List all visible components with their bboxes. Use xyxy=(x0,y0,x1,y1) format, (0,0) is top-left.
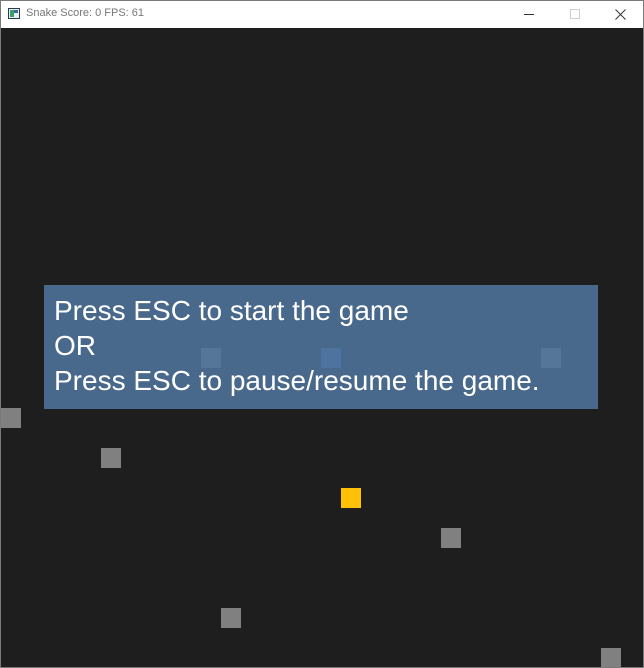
obstacle-block xyxy=(601,648,621,667)
obstacle-block xyxy=(1,408,21,428)
close-button[interactable] xyxy=(598,1,644,28)
overlay-line-pause: Press ESC to pause/resume the game. xyxy=(54,365,540,396)
game-canvas[interactable]: Press ESC to start the game OR Press ESC… xyxy=(1,28,643,667)
minimize-button[interactable] xyxy=(506,1,552,28)
obstacle-block xyxy=(441,528,461,548)
obstacle-block xyxy=(101,448,121,468)
overlay-line-or: OR xyxy=(54,330,96,361)
window-title: Snake Score: 0 FPS: 61 xyxy=(26,7,145,19)
food-block xyxy=(341,488,361,508)
obstacle-block xyxy=(221,608,241,628)
start-pause-overlay: Press ESC to start the game OR Press ESC… xyxy=(44,285,598,409)
overlay-line-start: Press ESC to start the game xyxy=(54,295,409,326)
game-window: Snake Score: 0 FPS: 61 Press ESC to star… xyxy=(0,0,644,668)
title-bar[interactable]: Snake Score: 0 FPS: 61 xyxy=(1,1,643,28)
app-icon xyxy=(8,8,20,19)
maximize-button[interactable] xyxy=(552,1,598,28)
close-icon xyxy=(615,9,626,20)
